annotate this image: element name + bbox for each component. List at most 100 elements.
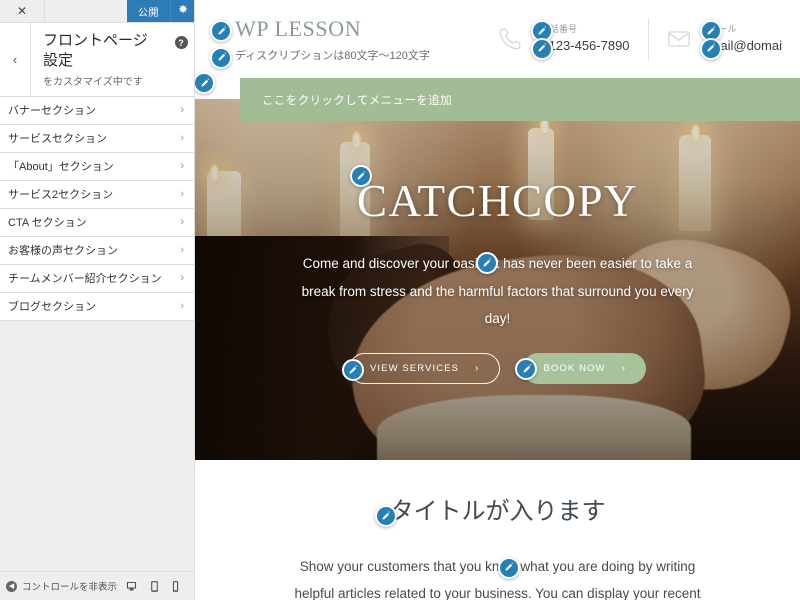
help-icon: ? (174, 36, 188, 49)
publish-button-label: 公開 (138, 7, 159, 19)
site-tagline: ディスクリプションは80文字〜120文字 (210, 46, 430, 69)
book-now-button[interactable]: BOOK NOW › (515, 353, 647, 385)
chevron-left-icon: ‹ (12, 51, 18, 67)
site-tagline-text: ディスクリプションは80文字〜120文字 (235, 49, 430, 62)
hero-subtitle: Come and discover your oasis. It has nev… (298, 250, 698, 333)
view-services-label: VIEW SERVICES (369, 363, 460, 375)
phone-value-text: +123-456-7890 (540, 37, 630, 53)
sidebar-item-service2[interactable]: サービス2セクション › (0, 180, 194, 209)
chevron-right-icon: › (621, 363, 627, 375)
hero-banner: CATCHCOPY Come and discover your oasis. … (195, 99, 800, 460)
chevron-right-icon: › (180, 216, 184, 228)
page-subtitle: をカスタマイズ中です (43, 76, 143, 88)
hero-title: CATCHCOPY (349, 165, 639, 226)
chevron-right-icon: › (180, 272, 184, 284)
gear-icon (177, 2, 188, 20)
arrow-left-icon: ◀ (6, 580, 17, 592)
publish-button[interactable]: 公開 (127, 0, 170, 22)
help-button[interactable]: ? (168, 23, 194, 96)
site-nav-bar[interactable]: ここをクリックしてメニューを追加 (195, 72, 800, 121)
header-phone-block: 電話番号 +123-456-7890 (479, 16, 648, 62)
page-title: フロントページ設定 (43, 32, 148, 70)
edit-pencil-icon-menu[interactable] (195, 72, 215, 94)
customizer-topbar: ✕ 公開 (0, 0, 194, 23)
site-title-text: WP LESSON (235, 16, 362, 42)
edit-pencil-icon-section-body[interactable] (497, 556, 520, 579)
sidebar-item-label: サービスセクション (8, 133, 107, 145)
edit-pencil-icon-section-title[interactable] (374, 505, 397, 527)
mobile-preview-button[interactable] (171, 580, 180, 593)
email-label: メール (698, 20, 782, 43)
chevron-right-icon: › (180, 188, 184, 200)
email-value: mail@domai (698, 37, 782, 60)
edit-pencil-icon-site-title[interactable] (210, 20, 232, 43)
header-email-text: メール mail@domai (698, 20, 782, 60)
edit-pencil-icon-view-services[interactable] (341, 359, 364, 382)
sidebar-item-blog[interactable]: ブログセクション › (0, 292, 194, 321)
sidebar-item-label: ブログセクション (8, 301, 96, 313)
edit-pencil-icon-book-now[interactable] (515, 358, 538, 381)
sidebar-item-label: サービス2セクション (8, 189, 114, 201)
header-email-block: メール mail@domai (647, 16, 800, 62)
edit-pencil-icon-hero-subtitle[interactable] (475, 252, 498, 274)
site-header: WP LESSON ディスクリプションは80文字〜120文字 電話番号 +123… (195, 0, 800, 78)
customizer-screen: ✕ 公開 ‹ フロントページ設定 をカスタマイズ中です ? バナーセクション ›… (0, 0, 800, 600)
sidebar-item-label: CTA セクション (8, 217, 87, 229)
edit-pencil-icon-tagline[interactable] (210, 46, 232, 69)
chevron-right-icon: › (180, 132, 184, 144)
sidebar-item-label: 「About」セクション (8, 161, 114, 173)
section-title: タイトルが入ります (374, 498, 606, 527)
customizer-settings-button[interactable] (170, 0, 194, 22)
edit-pencil-icon-hero-title[interactable] (349, 165, 372, 187)
phone-icon (497, 26, 523, 52)
site-branding: WP LESSON ディスクリプションは80文字〜120文字 (210, 15, 430, 69)
hide-controls-button[interactable]: ◀ コントロールを非表示 (6, 579, 125, 593)
view-services-button[interactable]: VIEW SERVICES › (341, 353, 501, 385)
edit-pencil-icon-email-value[interactable] (699, 37, 722, 60)
hero-title-text: CATCHCOPY (356, 176, 639, 226)
desktop-preview-button[interactable] (125, 580, 138, 593)
hero-subtitle-text: Come and discover your oasis. It has nev… (301, 256, 694, 327)
phone-value: +123-456-7890 (529, 37, 630, 60)
content-section: タイトルが入ります Show your customers that you k… (195, 460, 800, 600)
chevron-right-icon: › (475, 363, 480, 375)
hero-button-group: VIEW SERVICES › BOOK NOW › (341, 353, 647, 385)
sidebar-item-testimonials[interactable]: お客様の声セクション › (0, 236, 194, 265)
customizer-footer: ◀ コントロールを非表示 (0, 571, 194, 600)
sidebar-item-team[interactable]: チームメンバー紹介セクション › (0, 264, 194, 293)
customizer-sidebar: ✕ 公開 ‹ フロントページ設定 をカスタマイズ中です ? バナーセクション ›… (0, 0, 195, 600)
sidebar-item-cta[interactable]: CTA セクション › (0, 208, 194, 237)
header-phone-text: 電話番号 +123-456-7890 (529, 20, 630, 60)
panel-back-button[interactable]: ‹ (0, 23, 31, 96)
sidebar-item-label: チームメンバー紹介セクション (8, 273, 162, 285)
hide-controls-label: コントロールを非表示 (22, 582, 118, 593)
envelope-icon (666, 26, 692, 52)
sidebar-item-banner[interactable]: バナーセクション › (0, 96, 194, 125)
chevron-right-icon: › (180, 300, 184, 312)
header-contact-group: 電話番号 +123-456-7890 メール mail@domai (479, 0, 800, 78)
chevron-right-icon: › (180, 244, 184, 256)
panel-header-text: フロントページ設定 をカスタマイズ中です (31, 23, 168, 96)
sidebar-item-label: バナーセクション (8, 105, 96, 117)
customizer-section-list: バナーセクション › サービスセクション › 「About」セクション › サー… (0, 96, 194, 571)
site-title: WP LESSON (210, 16, 430, 43)
site-preview: WP LESSON ディスクリプションは80文字〜120文字 電話番号 +123… (195, 0, 800, 600)
hero-content: CATCHCOPY Come and discover your oasis. … (195, 99, 800, 460)
add-menu-label: ここをクリックしてメニューを追加 (262, 94, 453, 107)
phone-label: 電話番号 (529, 20, 630, 43)
device-preview-group (125, 580, 188, 593)
chevron-right-icon: › (180, 104, 184, 116)
sidebar-item-label: お客様の声セクション (8, 245, 118, 257)
section-body: Show your customers that you know what y… (283, 553, 713, 600)
sidebar-item-about[interactable]: 「About」セクション › (0, 152, 194, 181)
edit-pencil-icon-phone-value[interactable] (530, 37, 553, 60)
close-icon: ✕ (16, 4, 28, 18)
chevron-right-icon: › (180, 160, 184, 172)
book-now-label: BOOK NOW (543, 363, 606, 375)
section-title-text: タイトルが入ります (389, 498, 606, 525)
customizer-panel-header: ‹ フロントページ設定 をカスタマイズ中です ? (0, 23, 194, 97)
close-customizer-button[interactable]: ✕ (0, 0, 45, 22)
tablet-preview-button[interactable] (149, 580, 160, 593)
sidebar-item-service[interactable]: サービスセクション › (0, 124, 194, 153)
